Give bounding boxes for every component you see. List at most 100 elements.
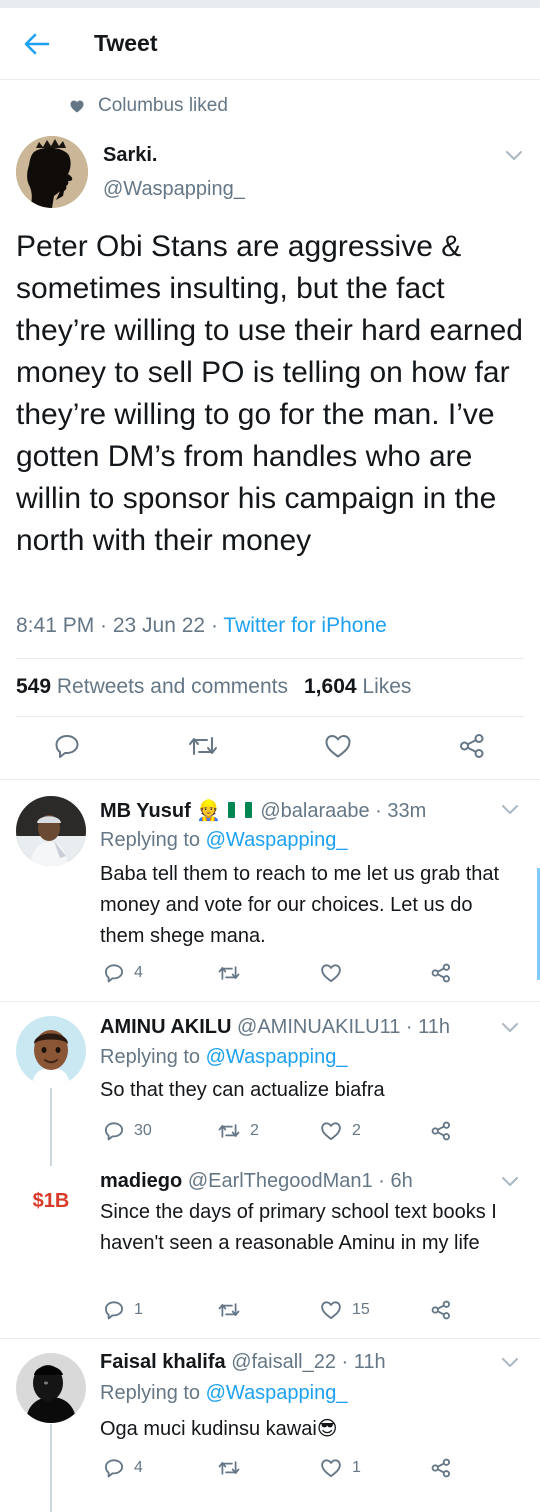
tweet-stats: 549 Retweets and comments 1,604 Likes — [16, 675, 411, 699]
heart-icon — [70, 100, 84, 112]
like-icon[interactable] — [324, 733, 352, 759]
reply-tweet[interactable]: Faisal khalifa @faisall_22 · 11h Replyin… — [0, 1339, 540, 1512]
reply-actions: 30 2 2 — [100, 1121, 460, 1145]
reply-header: AMINU AKILU @AMINUAKILU11 · 11h — [100, 1016, 500, 1039]
retweet-icon[interactable] — [188, 733, 218, 759]
like-icon — [321, 1459, 341, 1477]
reply-header: MB Yusuf 👷 @balaraabe · 33m — [100, 798, 500, 823]
share-action[interactable] — [430, 963, 452, 983]
share-action[interactable] — [430, 1121, 452, 1141]
retweets-count: 549 — [16, 675, 52, 698]
replying-to: Replying to @Waspapping_ — [100, 1382, 348, 1405]
avatar[interactable] — [16, 136, 88, 208]
likes-count: 1,604 — [304, 675, 357, 698]
like-action[interactable]: 1 — [320, 1458, 361, 1478]
retweet-action[interactable] — [218, 1300, 250, 1320]
reply-action[interactable]: 4 — [104, 1458, 143, 1478]
top-bar: Tweet — [0, 8, 540, 80]
tweet-source[interactable]: Twitter for iPhone — [223, 614, 386, 637]
arrow-left-icon — [24, 33, 50, 54]
avatar[interactable]: $1B — [16, 1166, 86, 1236]
reply-handle-time: @faisall_22 · 11h — [231, 1351, 386, 1373]
reply-tweet[interactable]: $1B madiego @EarlThegoodMan1 · 6h Since … — [0, 1160, 540, 1338]
reply-icon — [105, 964, 123, 983]
tweet-actions — [0, 733, 540, 763]
reply-actions: 4 — [100, 963, 460, 987]
tweet-timestamp: 8:41 PM · 23 Jun 22 · — [16, 614, 224, 637]
share-icon — [431, 1121, 450, 1141]
reply-count: 1 — [134, 1301, 143, 1318]
reply-author-name[interactable]: madiego — [100, 1170, 182, 1192]
reply-actions: 1 15 — [100, 1300, 460, 1324]
avatar-image — [16, 136, 88, 208]
like-count: 2 — [352, 1122, 361, 1139]
replying-to-label: Replying to — [100, 829, 206, 851]
reply-tweet[interactable]: AMINU AKILU @AMINUAKILU11 · 11h Replying… — [0, 1002, 540, 1152]
tweet-text: Peter Obi Stans are aggressive & sometim… — [16, 230, 523, 557]
avatar[interactable] — [16, 1016, 86, 1086]
like-icon — [321, 1122, 341, 1140]
tweet-author: Sarki. @Waspapping_ — [16, 136, 524, 208]
reply-text: Oga muci kudinsu kawai😎 — [100, 1418, 338, 1440]
retweet-icon — [218, 966, 240, 980]
back-button[interactable] — [0, 8, 70, 80]
thread-line — [50, 1424, 52, 1512]
avatar-image — [16, 1016, 86, 1086]
reply-tweet[interactable]: MB Yusuf 👷 @balaraabe · 33m Replying to … — [0, 780, 540, 1002]
chevron-down-icon[interactable] — [500, 1174, 520, 1188]
reply-author-name[interactable]: Faisal khalifa — [100, 1351, 226, 1373]
like-action[interactable] — [320, 963, 352, 983]
page-title: Tweet — [94, 30, 158, 56]
divider — [16, 716, 524, 717]
like-count: 15 — [352, 1301, 370, 1318]
replying-to-mention[interactable]: @Waspapping_ — [206, 1382, 348, 1404]
reply-header: madiego @EarlThegoodMan1 · 6h — [100, 1170, 500, 1193]
retweet-action[interactable] — [218, 1458, 250, 1478]
chevron-down-icon[interactable] — [500, 802, 520, 816]
reply-action[interactable]: 1 — [104, 1300, 143, 1320]
chevron-down-icon[interactable] — [504, 148, 524, 162]
replying-to-label: Replying to — [100, 1382, 206, 1404]
share-icon — [431, 1300, 450, 1320]
likes-stat[interactable]: 1,604 Likes — [304, 675, 411, 699]
retweet-action[interactable]: 2 — [218, 1121, 259, 1141]
reply-author-name[interactable]: MB Yusuf — [100, 800, 191, 822]
replying-to-mention[interactable]: @Waspapping_ — [206, 829, 348, 851]
social-context: Columbus liked — [70, 95, 228, 117]
reply-icon — [105, 1301, 123, 1320]
share-action[interactable] — [430, 1458, 452, 1478]
reply-handle-time: @EarlThegoodMan1 · 6h — [187, 1170, 413, 1192]
replying-to: Replying to @Waspapping_ — [100, 1046, 348, 1069]
tweet-meta: 8:41 PM · 23 Jun 22 · Twitter for iPhone — [16, 614, 387, 638]
chevron-down-icon[interactable] — [500, 1355, 520, 1369]
share-icon — [431, 963, 450, 983]
avatar[interactable] — [16, 1353, 86, 1423]
reply-icon — [105, 1459, 123, 1478]
replying-to-mention[interactable]: @Waspapping_ — [206, 1046, 348, 1068]
like-icon — [321, 964, 341, 982]
retweet-icon — [218, 1303, 240, 1317]
avatar[interactable] — [16, 796, 86, 866]
like-action[interactable]: 15 — [320, 1300, 370, 1320]
reply-icon[interactable] — [54, 733, 80, 759]
retweets-stat[interactable]: 549 Retweets and comments — [16, 675, 288, 699]
author-name[interactable]: Sarki. — [103, 144, 157, 167]
avatar-text: $1B — [32, 1189, 70, 1212]
reply-action[interactable]: 4 — [104, 963, 143, 983]
share-icon[interactable] — [458, 733, 486, 759]
like-action[interactable]: 2 — [320, 1121, 361, 1141]
retweet-action[interactable] — [218, 963, 250, 983]
likes-label: Likes — [362, 675, 412, 698]
nigeria-flag-icon — [227, 802, 252, 818]
thread-line — [50, 1088, 52, 1166]
reply-text: Baba tell them to reach to me let us gra… — [100, 863, 500, 947]
replying-to: Replying to @Waspapping_ — [100, 829, 348, 852]
avatar-image — [16, 796, 86, 866]
chevron-down-icon[interactable] — [500, 1020, 520, 1034]
reply-handle-time: @AMINUAKILU11 · 11h — [237, 1016, 450, 1038]
author-handle[interactable]: @Waspapping_ — [103, 178, 245, 201]
share-action[interactable] — [430, 1300, 452, 1320]
reply-author-name[interactable]: AMINU AKILU — [100, 1016, 231, 1038]
reply-icon — [105, 1122, 123, 1141]
reply-action[interactable]: 30 — [104, 1121, 152, 1141]
